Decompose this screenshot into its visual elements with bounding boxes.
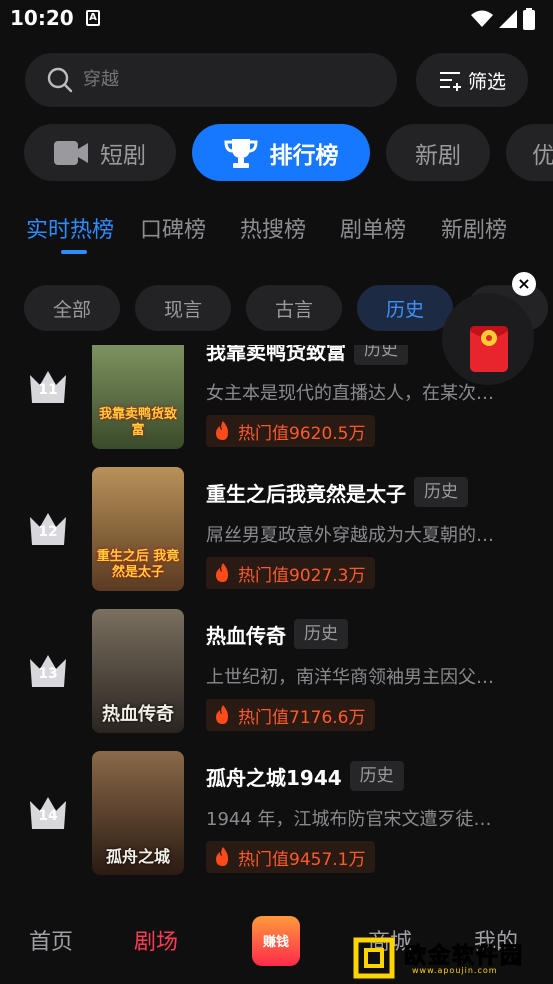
fire-icon [216,705,228,724]
trophy-icon [223,138,258,168]
category-bar: 短剧 排行榜 新剧 优 [24,124,553,181]
poster[interactable]: 热血传奇 [92,609,184,733]
red-packet-icon [470,326,508,372]
category-label: 短剧 [100,142,146,169]
drama-title: 热血传奇 [206,623,286,648]
genre-tag: 历史 [354,345,408,365]
genre-history[interactable]: 历史 [357,285,453,331]
hot-value-badge: 热门值9620.5万 [206,415,376,447]
search-input[interactable] [83,53,363,107]
filter-button[interactable]: 筛选 [416,53,528,107]
rank-badge: 12 [28,511,68,547]
category-ranking[interactable]: 排行榜 [192,124,370,181]
fire-icon [216,563,228,582]
poster-title: 孤舟之城 [105,847,170,866]
tab-hot-search[interactable]: 热搜榜 [240,212,306,244]
category-label: 新剧 [415,142,461,169]
earn-label: 赚钱 [262,935,289,950]
nav-earn[interactable]: 赚钱 [252,916,300,966]
genre-tag: 历史 [414,477,468,507]
category-quality[interactable]: 优 [506,124,553,181]
wifi-icon [471,10,493,27]
poster-title: 重生之后 我竟然是太子 [96,549,180,580]
category-short-drama[interactable]: 短剧 [24,124,176,181]
tab-playlist[interactable]: 剧单榜 [340,212,406,244]
list-item[interactable]: 12 重生之后 我竟然是太子 重生之后我竟然是太子 历史 屌丝男夏政意外穿越成为… [0,467,553,591]
status-time: 10:20 [10,6,74,30]
rank-badge: 13 [28,653,68,689]
hot-value: 热门值9620.5万 [238,423,366,444]
nav-theater[interactable]: 剧场 [134,924,178,956]
genre-tag: 历史 [349,761,404,791]
drama-description: 1944 年，江城布防官宋文遭歹徒… [206,809,492,830]
category-label: 排行榜 [269,142,339,169]
tab-realtime-hot[interactable]: 实时热榜 [26,212,114,244]
watermark: 欧金软件园 www.apoujin.com [352,936,548,980]
fire-icon [216,421,228,440]
poster-title: 我靠卖鸭货致富 [98,407,177,438]
tab-reputation[interactable]: 口碑榜 [140,212,206,244]
video-camera-icon [54,140,88,165]
hot-value: 热门值7176.6万 [238,707,366,728]
genre-all[interactable]: 全部 [24,285,120,331]
notification-icon: A [86,10,100,26]
list-item[interactable]: 13 热血传奇 热血传奇 历史 上世纪初，南洋华商领袖男主因父… 热门值7176… [0,609,553,733]
drama-description: 屌丝男夏政意外穿越成为大夏朝的… [206,525,494,546]
fire-icon [216,847,228,866]
search-bar[interactable] [25,53,397,107]
hot-value-badge: 热门值7176.6万 [206,699,376,731]
filter-icon [439,72,461,91]
title-row: 我靠卖鸭货致富 历史 [206,345,408,365]
poster[interactable]: 重生之后 我竟然是太子 [92,467,184,591]
ranking-list: 11 我靠卖鸭货致富 我靠卖鸭货致富 历史 女主本是现代的直播达人，在某次… 热… [0,345,553,885]
signal-icon [499,10,517,28]
category-new-drama[interactable]: 新剧 [386,124,490,181]
genre-modern-romance[interactable]: 现言 [135,285,231,331]
red-packet-float[interactable] [442,293,534,385]
poster[interactable]: 孤舟之城 [92,751,184,875]
rank-badge: 14 [28,795,68,831]
title-row: 重生之后我竟然是太子 历史 [206,477,468,507]
tab-indicator [61,250,87,254]
watermark-logo-icon [353,937,395,979]
close-icon[interactable]: × [512,272,536,296]
drama-title: 我靠卖鸭货致富 [206,345,346,364]
list-item[interactable]: 14 孤舟之城 孤舟之城1944 历史 1944 年，江城布防官宋文遭歹徒… 热… [0,751,553,875]
drama-title: 重生之后我竟然是太子 [206,481,406,506]
nav-home[interactable]: 首页 [29,924,73,956]
poster-title: 热血传奇 [102,704,174,725]
genre-tag: 历史 [294,619,348,649]
filter-label: 筛选 [467,70,506,93]
hot-value-badge: 热门值9027.3万 [206,557,376,589]
drama-title: 孤舟之城1944 [206,765,342,790]
search-icon [47,67,73,93]
poster[interactable]: 我靠卖鸭货致富 [92,345,184,449]
title-row: 热血传奇 历史 [206,619,348,649]
hot-value-badge: 热门值9457.1万 [206,841,376,873]
watermark-url: www.apoujin.com [412,966,498,975]
category-label: 优 [532,142,553,169]
drama-description: 上世纪初，南洋华商领袖男主因父… [206,667,494,688]
status-icons [471,8,535,30]
rank-badge: 11 [28,369,68,405]
tab-new-drama[interactable]: 新剧榜 [441,212,507,244]
genre-ancient-romance[interactable]: 古言 [246,285,342,331]
battery-icon [523,8,535,30]
title-row: 孤舟之城1944 历史 [206,761,404,791]
hot-value: 热门值9027.3万 [238,565,366,586]
hot-value: 热门值9457.1万 [238,849,366,870]
status-bar: 10:20 A [0,0,553,36]
